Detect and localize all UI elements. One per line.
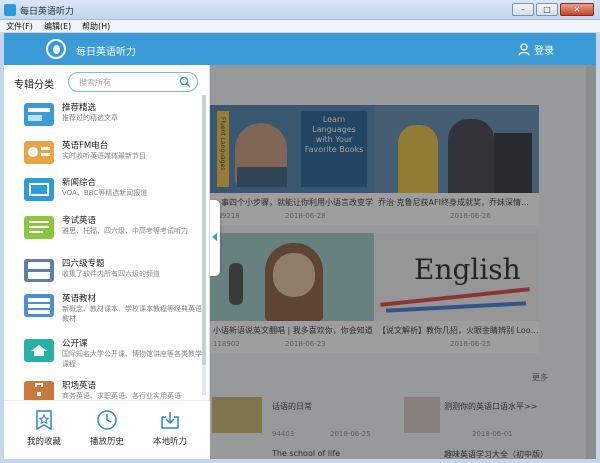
category-desc: VOA、BBC等精选新闻报道 xyxy=(62,189,148,197)
category-name: 公开课 xyxy=(62,339,88,349)
menu-file[interactable]: 文件(F) xyxy=(6,21,33,32)
window-border-right xyxy=(596,33,600,463)
drawer-scrollbar-thumb[interactable] xyxy=(202,95,206,365)
search-input[interactable] xyxy=(79,76,175,89)
category-desc: 国际知名大学公开课、博物馆讲座等各类教学课程 xyxy=(62,350,202,368)
course-icon xyxy=(24,339,54,362)
user-icon xyxy=(518,43,530,56)
category-item-cet[interactable]: 四六级专题 收集了软件内所有四六级的频道 xyxy=(24,255,204,293)
window-title: 每日英语听力 xyxy=(20,7,75,17)
menu-edit[interactable]: 编辑(E) xyxy=(44,21,71,32)
category-item-news[interactable]: 新闻综合 VOA、BBC等精选新闻报道 xyxy=(24,174,204,212)
exam-icon xyxy=(24,216,54,239)
category-item-textbook[interactable]: 英语教材 新概念、教材课本、学校课本教程等经典英语教材 xyxy=(24,290,204,328)
local-audio-label: 本地听力 xyxy=(152,437,187,447)
maximize-button[interactable]: □ xyxy=(536,3,558,16)
category-name: 职场英语 xyxy=(62,381,97,391)
window-titlebar: 每日英语听力 – □ ✕ xyxy=(0,0,600,20)
login-label: 登录 xyxy=(534,46,554,57)
main-scrollbar[interactable] xyxy=(586,65,596,459)
category-item-exam[interactable]: 考试英语 雅思、托福、四六级、中高考等考试听力 xyxy=(24,212,204,250)
history-label: 播放历史 xyxy=(89,437,124,447)
app-icon xyxy=(4,4,16,16)
app-name: 每日英语听力 xyxy=(76,47,136,58)
category-drawer: 专辑分类 推荐精选 推荐过的精选文章 英语FM电台 实时收听英语媒体最新节目 新… xyxy=(4,65,210,459)
category-desc: 新概念、教材课本、学校课本教程等经典英语教材 xyxy=(62,305,202,323)
category-item-course[interactable]: 公开课 国际知名大学公开课、博物馆讲座等各类教学课程 xyxy=(24,335,204,373)
category-desc: 实时收听英语媒体最新节目 xyxy=(62,152,146,160)
minimize-button[interactable]: – xyxy=(512,3,534,16)
drawer-scrollbar[interactable] xyxy=(202,95,206,395)
chevron-left-icon xyxy=(212,233,217,241)
history-button[interactable]: 播放历史 xyxy=(77,409,137,455)
menu-bar: 文件(F) 编辑(E) 帮助(H) xyxy=(0,20,600,33)
local-audio-button[interactable]: 本地听力 xyxy=(140,409,200,455)
favorite-icon xyxy=(36,410,52,431)
search-box xyxy=(68,72,198,92)
drawer-heading: 专辑分类 xyxy=(14,80,54,91)
category-name: 四六级专题 xyxy=(62,259,105,269)
login-button[interactable]: 登录 xyxy=(518,42,554,57)
close-button[interactable]: ✕ xyxy=(560,3,594,16)
radio-icon xyxy=(24,141,54,164)
category-desc: 雅思、托福、四六级、中高考等考试听力 xyxy=(62,227,188,235)
history-icon xyxy=(97,410,117,430)
category-name: 考试英语 xyxy=(62,216,97,226)
category-item-recommend[interactable]: 推荐精选 推荐过的精选文章 xyxy=(24,99,204,137)
category-name: 英语FM电台 xyxy=(62,141,109,151)
drawer-footer: 我的收藏 播放历史 本地听力 xyxy=(4,400,210,459)
category-desc: 推荐过的精选文章 xyxy=(62,114,118,122)
window-controls: – □ ✕ xyxy=(512,3,594,16)
news-icon xyxy=(24,178,54,201)
recommend-icon xyxy=(24,103,54,126)
search-icon[interactable] xyxy=(179,76,191,88)
app-header: 每日英语听力 登录 xyxy=(4,33,596,65)
category-item-fm[interactable]: 英语FM电台 实时收听英语媒体最新节目 xyxy=(24,137,204,175)
drawer-collapse-handle[interactable] xyxy=(210,200,220,276)
category-name: 推荐精选 xyxy=(62,103,97,113)
category-name: 英语教材 xyxy=(62,294,97,304)
favorites-label: 我的收藏 xyxy=(26,437,61,447)
favorites-button[interactable]: 我的收藏 xyxy=(14,409,74,455)
cet-icon xyxy=(24,259,54,282)
download-icon xyxy=(161,412,179,429)
category-name: 新闻综合 xyxy=(62,178,97,188)
window-border-bottom xyxy=(0,459,600,463)
category-desc: 收集了软件内所有四六级的频道 xyxy=(62,270,160,278)
app-logo-icon xyxy=(46,39,66,59)
menu-help[interactable]: 帮助(H) xyxy=(82,21,110,32)
textbook-icon xyxy=(24,294,54,317)
